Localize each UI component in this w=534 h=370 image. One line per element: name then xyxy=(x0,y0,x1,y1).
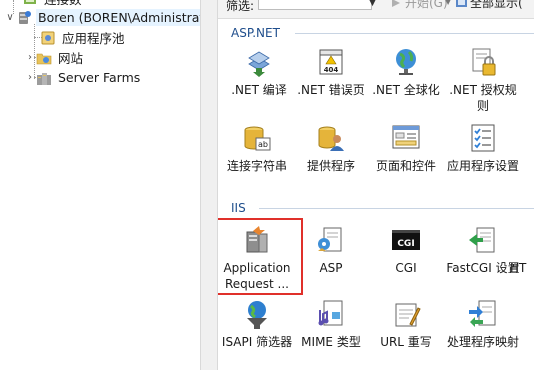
group-divider xyxy=(295,33,534,34)
group-header-label: ASP.NET xyxy=(231,26,280,40)
arr-icon xyxy=(246,226,268,253)
connections-tree: 连接数 ∨ Boren (BOREN\Administrat 应用程序池 › xyxy=(0,0,200,370)
mime-types-icon xyxy=(318,300,343,326)
globe-icon xyxy=(396,49,416,75)
feature-label: HT xyxy=(510,261,527,275)
app-pool-icon xyxy=(40,30,56,46)
filter-label: 筛选: xyxy=(226,0,255,13)
show-all-icon xyxy=(456,0,467,7)
net-error-pages-icon: 404 xyxy=(319,49,343,75)
tree-item-label: Server Farms xyxy=(58,70,141,85)
connstr-text: ab xyxy=(258,140,268,149)
feature-label: ASP xyxy=(319,261,343,275)
feature-label: 连接字符串 xyxy=(226,159,287,173)
isapi-filters-icon xyxy=(247,301,267,329)
tree-item-app-pools[interactable]: 应用程序池 xyxy=(40,28,127,47)
tree-item-server[interactable]: ∨ Boren (BOREN\Administrat xyxy=(4,8,200,27)
net-compile-icon xyxy=(248,51,270,77)
error-code-text: 404 xyxy=(324,66,339,74)
feature-label: ISAPI 筛选器 xyxy=(221,335,293,349)
feature-label: MIME 类型 xyxy=(301,335,361,349)
go-dropdown-icon[interactable]: ▼ xyxy=(445,0,451,6)
feature-label: 处理程序映射 xyxy=(446,335,519,349)
expand-chevron-icon[interactable]: › xyxy=(24,72,36,83)
feature-label: 页面和控件 xyxy=(375,159,436,173)
show-all-button[interactable]: 全部显示( xyxy=(455,0,523,11)
handler-mappings-icon xyxy=(469,300,496,327)
group-divider xyxy=(259,208,534,209)
sites-folder-icon xyxy=(36,50,52,66)
url-rewrite-icon xyxy=(395,303,421,327)
fastcgi-icon xyxy=(469,227,495,253)
show-all-label: 全部显示( xyxy=(470,0,523,10)
tree-item-label: 应用程序池 xyxy=(62,31,125,46)
group-header-aspnet: ASP.NET xyxy=(231,26,534,40)
connection-strings-icon: ab xyxy=(244,126,271,151)
group-header-label: IIS xyxy=(231,201,246,215)
app-settings-icon xyxy=(471,124,495,152)
collapse-chevron-icon[interactable]: ∨ xyxy=(4,12,16,23)
tree-item-start-page[interactable]: 连接数 xyxy=(22,0,84,8)
go-button-label: 开始(G) xyxy=(405,0,448,10)
go-arrow-icon xyxy=(392,0,400,7)
expand-chevron-icon[interactable]: › xyxy=(24,52,36,63)
feature-label: 提供程序 xyxy=(306,159,355,173)
pane-splitter[interactable] xyxy=(200,0,218,370)
feature-label: Application Request ... xyxy=(223,261,291,291)
go-button[interactable]: 开始(G) xyxy=(390,0,448,11)
start-page-icon xyxy=(22,0,38,7)
tree-item-sites[interactable]: › 网站 xyxy=(24,48,85,67)
group-header-iis: IIS xyxy=(231,201,534,215)
tree-item-label: 网站 xyxy=(58,51,84,66)
filter-dropdown-icon[interactable]: ▼ xyxy=(369,0,376,8)
server-farms-icon xyxy=(36,70,52,86)
asp-icon xyxy=(318,227,342,252)
server-icon xyxy=(16,10,32,26)
lock-document-icon xyxy=(472,48,496,76)
feature-label: .NET 授权规则 xyxy=(449,83,517,113)
feature-label: URL 重写 xyxy=(380,335,432,349)
tree-item-server-farms[interactable]: › Server Farms xyxy=(24,68,142,87)
filter-toolbar: 筛选: ▼ 开始(G) ▼ 全部显示( xyxy=(218,0,534,19)
cgi-text: CGI xyxy=(397,239,414,249)
tree-item-label: Boren (BOREN\Administrat xyxy=(36,9,200,26)
feature-label: .NET 错误页 xyxy=(297,83,365,97)
feature-label: CGI xyxy=(395,261,417,275)
cgi-icon: CGI xyxy=(392,230,420,250)
feature-label: .NET 编译 xyxy=(231,83,287,97)
pages-controls-icon xyxy=(392,125,420,149)
feature-label: .NET 全球化 xyxy=(372,83,440,97)
filter-input[interactable] xyxy=(258,0,372,10)
feature-label: 应用程序设置 xyxy=(446,159,519,173)
features-view: 筛选: ▼ 开始(G) ▼ 全部显示( ASP.NET .NET 编译 404 … xyxy=(218,0,534,370)
providers-icon xyxy=(318,126,344,151)
